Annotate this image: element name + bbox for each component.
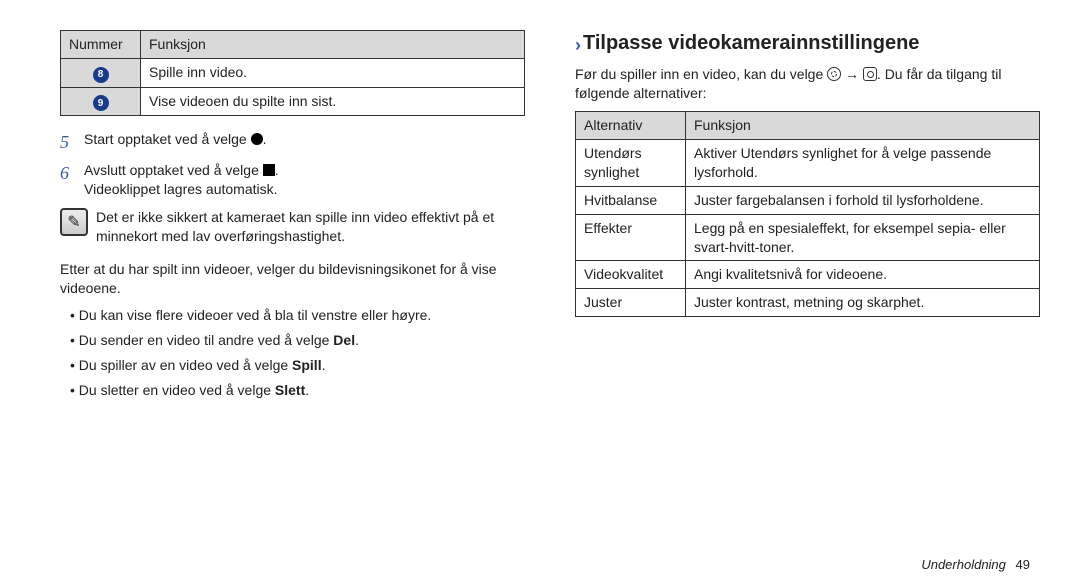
after-note-paragraph: Etter at du har spilt inn videoer, velge… (60, 260, 525, 298)
table-row: 8 Spille inn video. (61, 58, 525, 87)
option-name: Hvitbalanse (576, 186, 686, 214)
function-number-table: Nummer Funksjon 8 Spille inn video. 9 Vi… (60, 30, 525, 116)
page-number: 49 (1016, 557, 1030, 572)
list-item: Du sletter en video ved å velge Slett. (70, 381, 525, 400)
right-column: ›Tilpasse videokamerainnstillingene Før … (575, 30, 1040, 566)
option-desc: Angi kvalitetsnivå for videoene. (686, 261, 1040, 289)
number-badge-8-icon: 8 (93, 67, 109, 83)
step-6: 6 Avslutt opptaket ved å velge . Videokl… (60, 161, 525, 199)
step-5: 5 Start opptaket ved å velge . (60, 130, 525, 154)
intro-paragraph: Før du spiller inn en video, kan du velg… (575, 65, 1040, 103)
col-header-number: Nummer (61, 31, 141, 59)
bullet-list: Du kan vise flere videoer ved å bla til … (70, 306, 525, 400)
table-row: Hvitbalanse Juster fargebalansen i forho… (576, 186, 1040, 214)
option-name: Utendørs synlighet (576, 139, 686, 186)
list-item: Du kan vise flere videoer ved å bla til … (70, 306, 525, 325)
table-row: Utendørs synlighet Aktiver Utendørs synl… (576, 139, 1040, 186)
table-row: Effekter Legg på en spesialeffekt, for e… (576, 214, 1040, 261)
step-body: Start opptaket ved å velge . (84, 130, 525, 154)
note-box: ✎ Det er ikke sikkert at kameraet kan sp… (60, 208, 525, 246)
chevron-right-icon: › (575, 33, 581, 57)
table-row: 9 Vise videoen du spilte inn sist. (61, 87, 525, 116)
note-icon: ✎ (60, 208, 88, 236)
section-heading: ›Tilpasse videokamerainnstillingene (575, 30, 1040, 57)
list-item: Du sender en video til andre ved å velge… (70, 331, 525, 350)
col-header-function: Funksjon (686, 112, 1040, 140)
option-name: Effekter (576, 214, 686, 261)
step-body: Avslutt opptaket ved å velge . Videoklip… (84, 161, 525, 199)
col-header-alternative: Alternativ (576, 112, 686, 140)
function-cell: Vise videoen du spilte inn sist. (141, 87, 525, 116)
option-desc: Juster kontrast, metning og skarphet. (686, 289, 1040, 317)
function-cell: Spille inn video. (141, 58, 525, 87)
option-name: Videokvalitet (576, 261, 686, 289)
table-row: Juster Juster kontrast, metning og skarp… (576, 289, 1040, 317)
option-name: Juster (576, 289, 686, 317)
section-name: Underholdning (921, 557, 1006, 572)
camera-icon (863, 67, 877, 81)
options-table: Alternativ Funksjon Utendørs synlighet A… (575, 111, 1040, 317)
number-badge-9-icon: 9 (93, 95, 109, 111)
record-icon (251, 133, 263, 145)
note-text: Det er ikke sikkert at kameraet kan spil… (96, 208, 525, 246)
table-row: Videokvalitet Angi kvalitetsnivå for vid… (576, 261, 1040, 289)
left-column: Nummer Funksjon 8 Spille inn video. 9 Vi… (60, 30, 525, 566)
list-item: Du spiller av en video ved å velge Spill… (70, 356, 525, 375)
option-desc: Legg på en spesialeffekt, for eksempel s… (686, 214, 1040, 261)
option-desc: Aktiver Utendørs synlighet for å velge p… (686, 139, 1040, 186)
step-number: 6 (60, 161, 76, 199)
page-footer: Underholdning 49 (921, 556, 1030, 574)
stop-icon (263, 164, 275, 176)
col-header-function: Funksjon (141, 31, 525, 59)
gear-icon (827, 67, 841, 81)
option-desc: Juster fargebalansen i forhold til lysfo… (686, 186, 1040, 214)
step-number: 5 (60, 130, 76, 154)
